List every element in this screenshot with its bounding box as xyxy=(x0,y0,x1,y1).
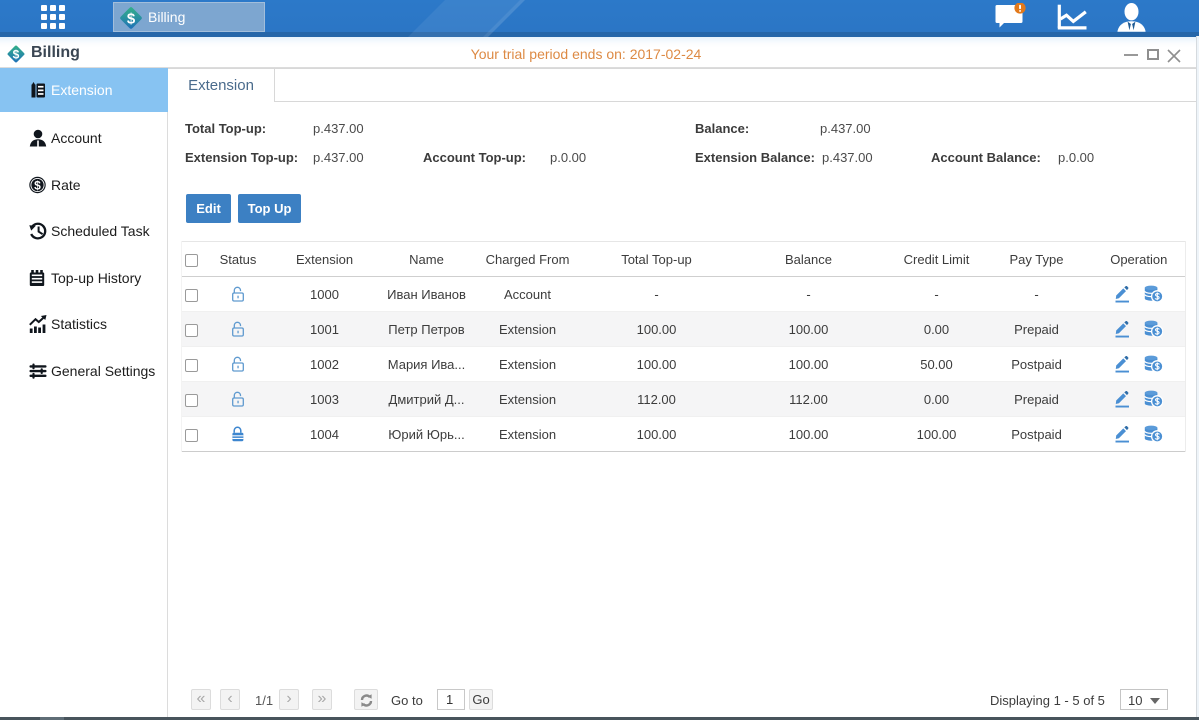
svg-text:$: $ xyxy=(127,11,136,28)
svg-text:$: $ xyxy=(34,178,41,192)
